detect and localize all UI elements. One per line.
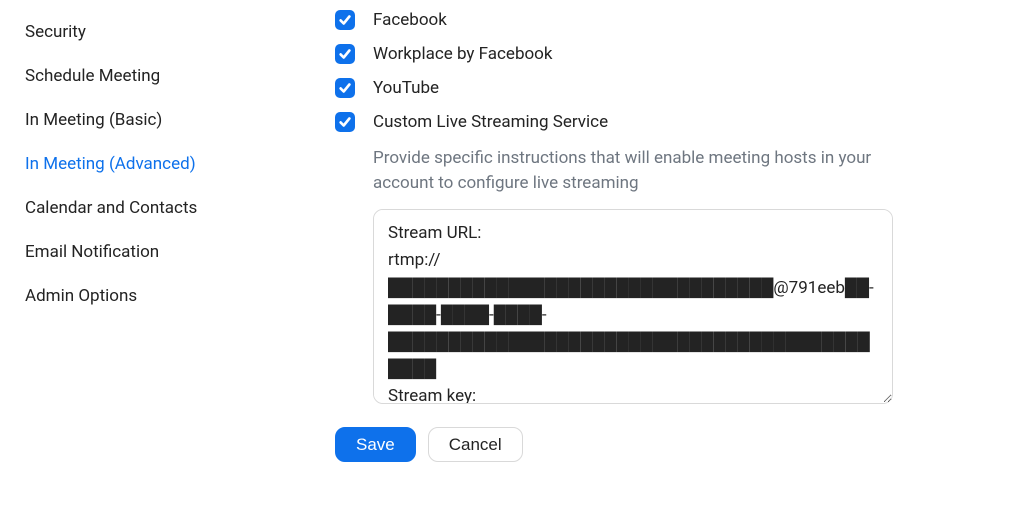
action-buttons: Save Cancel	[335, 427, 983, 462]
sidebar-item-admin-options[interactable]: Admin Options	[25, 274, 250, 318]
sidebar-item-in-meeting-basic[interactable]: In Meeting (Basic)	[25, 98, 250, 142]
check-icon	[338, 47, 352, 61]
settings-page: Security Schedule Meeting In Meeting (Ba…	[0, 0, 1023, 523]
sidebar-item-schedule-meeting[interactable]: Schedule Meeting	[25, 54, 250, 98]
checkbox-row-youtube: YouTube	[335, 78, 983, 98]
instructions-wrapper	[373, 209, 893, 409]
checkbox-workplace[interactable]	[335, 44, 355, 64]
sidebar-item-security[interactable]: Security	[25, 10, 250, 54]
check-icon	[338, 81, 352, 95]
check-icon	[338, 115, 352, 129]
check-icon	[338, 13, 352, 27]
custom-helper-text: Provide specific instructions that will …	[373, 146, 893, 195]
settings-main: Facebook Workplace by Facebook YouTube C…	[250, 10, 1023, 523]
cancel-button[interactable]: Cancel	[428, 427, 523, 462]
sidebar-item-calendar-contacts[interactable]: Calendar and Contacts	[25, 186, 250, 230]
checkbox-youtube[interactable]	[335, 78, 355, 98]
sidebar-item-in-meeting-advanced[interactable]: In Meeting (Advanced)	[25, 142, 250, 186]
checkbox-label-workplace: Workplace by Facebook	[373, 44, 553, 64]
checkbox-row-custom: Custom Live Streaming Service	[335, 112, 983, 132]
streaming-instructions-textarea[interactable]	[373, 209, 893, 404]
sidebar-item-email-notification[interactable]: Email Notification	[25, 230, 250, 274]
checkbox-row-facebook: Facebook	[335, 10, 983, 30]
checkbox-label-facebook: Facebook	[373, 10, 447, 30]
save-button[interactable]: Save	[335, 427, 416, 462]
checkbox-custom[interactable]	[335, 112, 355, 132]
checkbox-label-custom: Custom Live Streaming Service	[373, 112, 608, 132]
checkbox-facebook[interactable]	[335, 10, 355, 30]
checkbox-row-workplace: Workplace by Facebook	[335, 44, 983, 64]
checkbox-label-youtube: YouTube	[373, 78, 439, 98]
settings-sidebar: Security Schedule Meeting In Meeting (Ba…	[0, 10, 250, 523]
